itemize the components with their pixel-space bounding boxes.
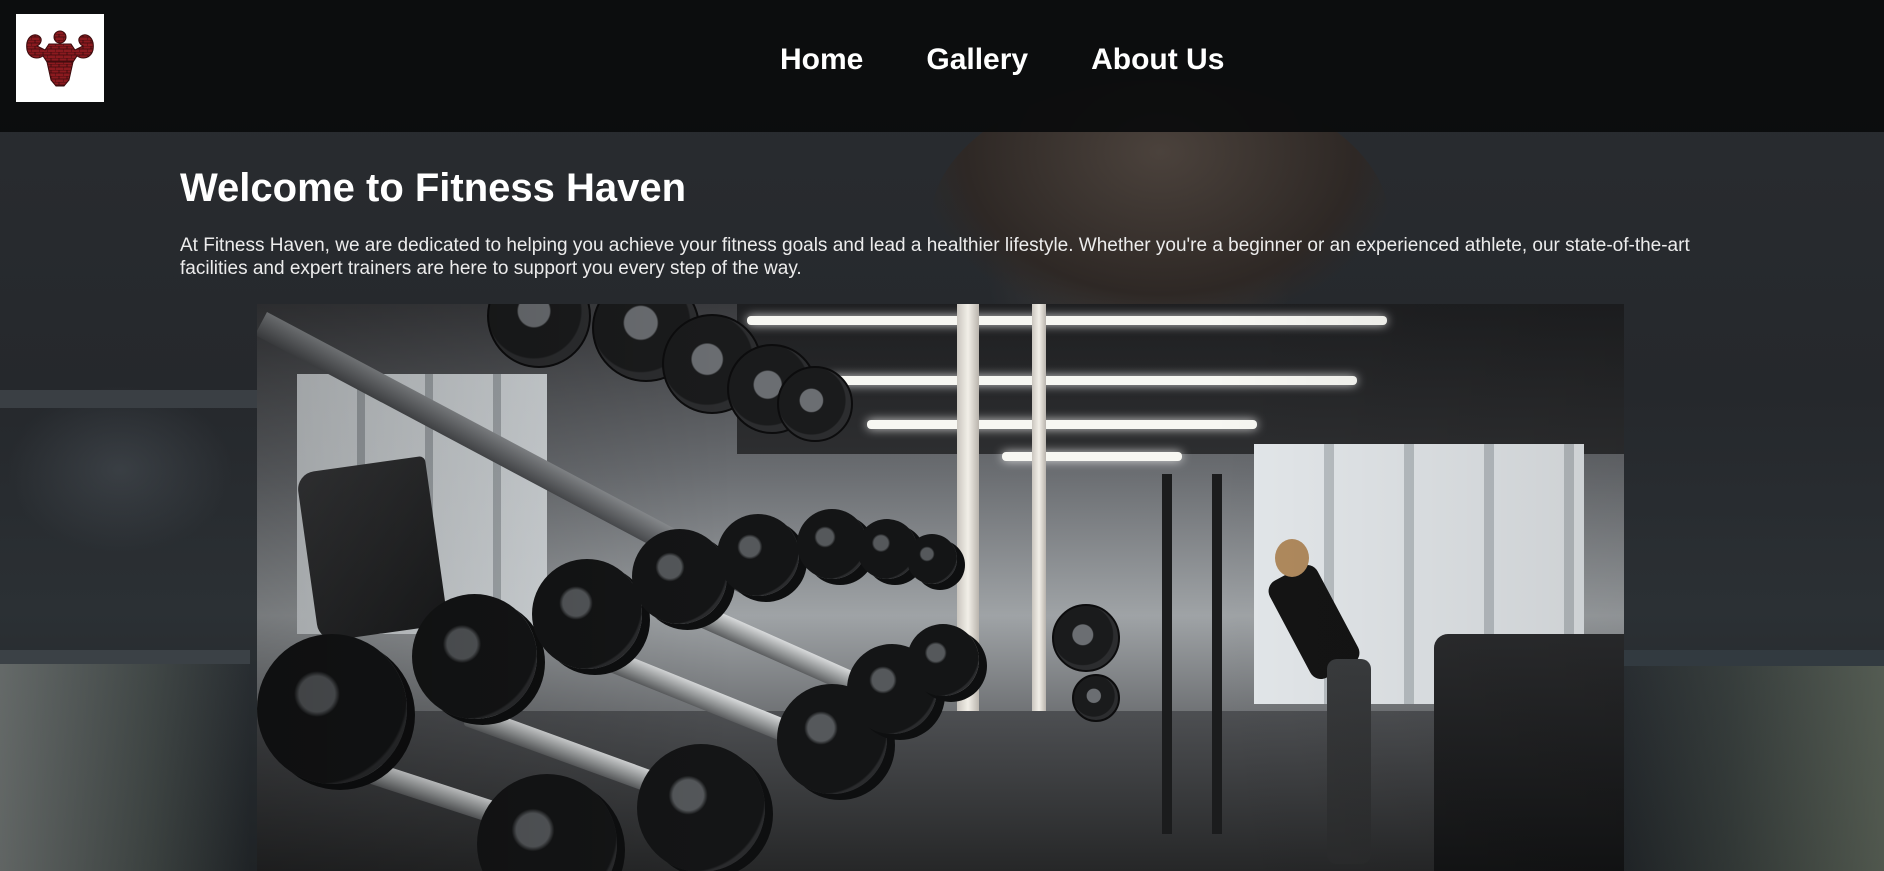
page-title: Welcome to Fitness Haven — [180, 166, 687, 210]
nav-gallery-link[interactable]: Gallery — [926, 38, 1028, 82]
nav-about-us-link[interactable]: About Us — [1091, 38, 1224, 82]
main-content: Welcome to Fitness Haven At Fitness Have… — [180, 158, 1700, 280]
intro-paragraph: At Fitness Haven, we are dedicated to he… — [180, 235, 1690, 279]
background-window-right — [1624, 650, 1884, 871]
main-nav: Home Gallery About Us — [780, 38, 1224, 82]
page: Home Gallery About Us Welcome to Fitness… — [0, 0, 1884, 871]
background-window-left — [0, 650, 250, 871]
hero-image — [257, 304, 1624, 871]
background-shelf — [0, 390, 260, 408]
muscle-logo-icon — [26, 30, 94, 87]
site-header: Home Gallery About Us — [0, 0, 1884, 132]
logo-link[interactable] — [16, 14, 104, 102]
nav-home-link[interactable]: Home — [780, 38, 863, 82]
